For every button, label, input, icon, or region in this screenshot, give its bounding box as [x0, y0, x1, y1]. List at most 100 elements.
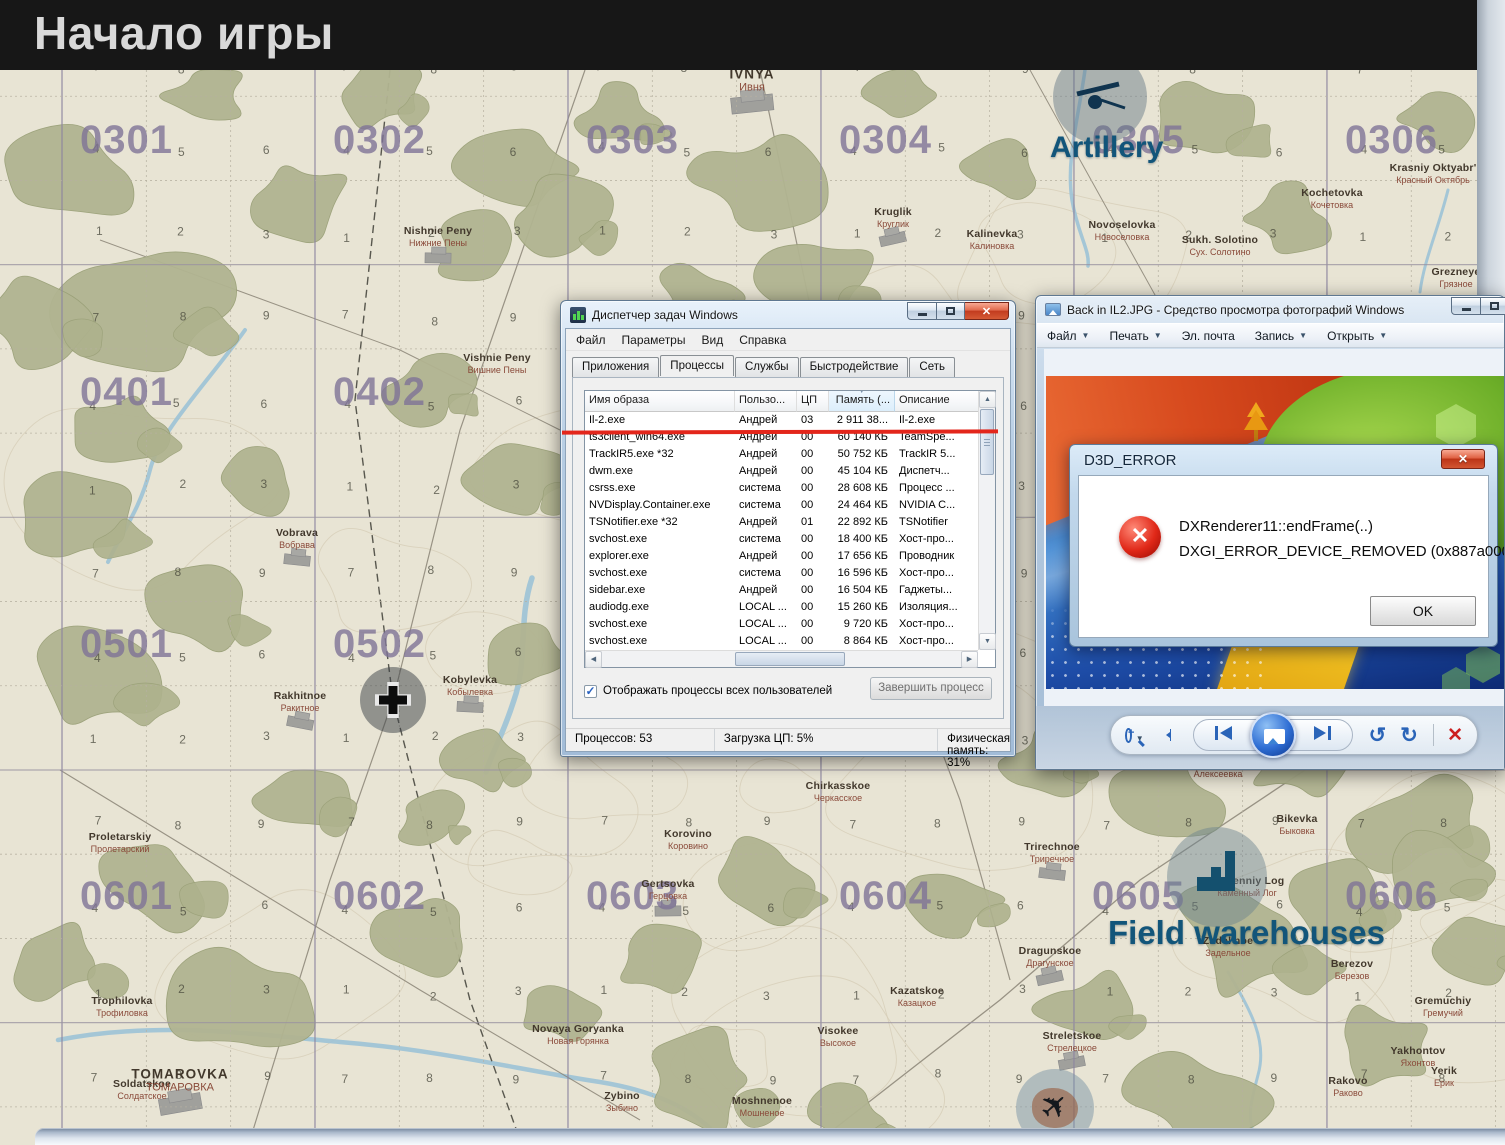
town-name-en: Visokee: [818, 1026, 859, 1038]
tab-item[interactable]: Сеть: [909, 357, 955, 377]
town-name-ru: Драгунское: [1019, 958, 1082, 968]
minimize-button[interactable]: [1451, 297, 1481, 315]
process-cell: Хост-про...: [895, 531, 980, 548]
svg-text:2: 2: [430, 989, 437, 1003]
town-name-ru: Высокое: [818, 1038, 859, 1048]
task-manager-client: ФайлПараметрыВидСправка ПриложенияПроцес…: [565, 328, 1011, 752]
column-header[interactable]: Имя образа: [585, 391, 735, 412]
town-name-en: Trirechnoe: [1024, 842, 1080, 854]
menu-item[interactable]: Печать▼: [1099, 326, 1171, 346]
scroll-left-button[interactable]: ◀: [585, 651, 602, 668]
town-name-ru: Быковка: [1276, 826, 1317, 836]
menu-item[interactable]: Запись▼: [1245, 326, 1317, 346]
background-window-top-edge[interactable]: [35, 1128, 1505, 1145]
menu-item[interactable]: Эл. почта: [1172, 326, 1245, 346]
toolbar-pill: ▼ ↺ ↻ ✕: [1110, 715, 1478, 755]
svg-text:2: 2: [684, 225, 691, 239]
svg-text:7: 7: [348, 815, 355, 829]
process-row[interactable]: TSNotifier.exe *32Андрей0122 892 КБTSNot…: [585, 514, 995, 531]
svg-text:7: 7: [852, 1073, 859, 1087]
process-row[interactable]: svchost.exeсистема0016 596 КБХост-про...: [585, 565, 995, 582]
vertical-scroll-thumb[interactable]: [980, 409, 994, 475]
process-row[interactable]: NVDisplay.Container.exeсистема0024 464 К…: [585, 497, 995, 514]
process-row[interactable]: svchost.exeLOCAL ...009 720 КБХост-про..…: [585, 616, 995, 633]
show-all-processes-checkbox[interactable]: ✓: [584, 685, 597, 698]
town-name-ru: Гремучий: [1415, 1008, 1472, 1018]
previous-button[interactable]: [1202, 726, 1246, 745]
error-dialog-title: D3D_ERROR: [1084, 452, 1177, 469]
close-button[interactable]: ✕: [965, 302, 1009, 320]
chevron-down-icon: ▼: [1379, 331, 1387, 340]
menu-item[interactable]: Параметры: [614, 331, 694, 349]
town-name-en: Kalinevka: [967, 229, 1018, 241]
scroll-down-button[interactable]: ▼: [979, 633, 996, 650]
process-row[interactable]: csrss.exeсистема0028 608 КБПроцесс ...: [585, 480, 995, 497]
svg-text:2: 2: [935, 226, 942, 240]
error-line-2: DXGI_ERROR_DEVICE_REMOVED (0x887a0005): [1179, 539, 1504, 564]
page-title: Начало игры: [34, 0, 334, 66]
tab-item[interactable]: Приложения: [572, 357, 659, 377]
menu-item[interactable]: Открыть▼: [1317, 326, 1397, 346]
column-header[interactable]: ЦП: [797, 391, 829, 412]
town-label: KochetovkaКочетовка: [1301, 188, 1363, 210]
tab-processes[interactable]: Процессы: [660, 355, 734, 376]
menu-item[interactable]: Файл: [568, 331, 614, 349]
process-row[interactable]: audiodg.exeLOCAL ...0015 260 КБИзоляция.…: [585, 599, 995, 616]
svg-text:9: 9: [258, 817, 265, 831]
process-row[interactable]: svchost.exeсистема0018 400 КБХост-про...: [585, 531, 995, 548]
svg-text:1: 1: [343, 983, 350, 997]
process-cell: svchost.exe: [585, 565, 735, 582]
town-name-en: Kazatskoe: [890, 986, 944, 998]
process-cell: Хост-про...: [895, 633, 980, 650]
process-cell: 15 260 КБ: [829, 599, 895, 616]
horizontal-scrollbar[interactable]: ◀ ▶: [585, 650, 978, 667]
grid-square-number: 0401: [80, 372, 173, 412]
town-name-ru: Ерик: [1431, 1078, 1457, 1088]
column-header[interactable]: Описание: [895, 391, 980, 412]
menu-item[interactable]: Вид: [693, 331, 731, 349]
task-manager-window[interactable]: Диспетчер задач Windows ✕ ФайлПараметрыВ…: [560, 300, 1016, 757]
maximize-button[interactable]: [1481, 297, 1505, 315]
svg-text:7: 7: [849, 817, 856, 831]
column-header[interactable]: ▼Память (...: [829, 391, 895, 412]
delete-icon[interactable]: ✕: [1447, 724, 1463, 747]
grid-square-number: 0601: [80, 876, 173, 916]
tab-item[interactable]: Службы: [735, 357, 799, 377]
scroll-up-button[interactable]: ▲: [979, 391, 996, 408]
process-cell: 16 504 КБ: [829, 582, 895, 599]
process-row[interactable]: Il-2.exeАндрей032 911 38...Il-2.exe: [585, 412, 995, 429]
next-button[interactable]: [1300, 726, 1344, 745]
scroll-right-button[interactable]: ▶: [961, 651, 978, 668]
svg-text:1: 1: [853, 988, 860, 1002]
process-row[interactable]: dwm.exeАндрей0045 104 КБДиспетч...: [585, 463, 995, 480]
rotate-clockwise-icon[interactable]: ↻: [1400, 725, 1418, 746]
menu-item[interactable]: Справка: [731, 331, 794, 349]
photo-viewer-window[interactable]: Back in IL2.JPG - Средство просмотра фот…: [1035, 295, 1505, 770]
ok-button[interactable]: OK: [1370, 596, 1476, 626]
process-row[interactable]: sidebar.exeАндрей0016 504 КБГаджеты...: [585, 582, 995, 599]
play-slideshow-button[interactable]: [1250, 712, 1296, 758]
horizontal-scroll-thumb[interactable]: [735, 652, 845, 666]
rakitnoye-marker-circle[interactable]: [360, 667, 426, 733]
photo-viewer-titlebar[interactable]: Back in IL2.JPG - Средство просмотра фот…: [1036, 296, 1504, 323]
menu-item[interactable]: Файл▼: [1037, 326, 1099, 346]
end-process-button[interactable]: Завершить процесс: [870, 677, 992, 700]
maximize-button[interactable]: [937, 302, 965, 320]
fit-to-window-icon[interactable]: [1166, 726, 1171, 744]
svg-text:6: 6: [1276, 145, 1283, 159]
column-header[interactable]: Пользо...: [735, 391, 797, 412]
error-dialog-close-button[interactable]: ✕: [1441, 449, 1485, 469]
warehouses-marker-circle[interactable]: [1167, 827, 1267, 927]
town-name-ru: Калиновка: [967, 241, 1018, 251]
rotate-counterclockwise-icon[interactable]: ↺: [1369, 725, 1387, 746]
process-row[interactable]: TrackIR5.exe *32Андрей0050 752 КБTrackIR…: [585, 446, 995, 463]
photo-viewer-icon: [1045, 303, 1061, 316]
process-row[interactable]: svchost.exeLOCAL ...008 864 КБХост-про..…: [585, 633, 995, 650]
process-row[interactable]: explorer.exeАндрей0017 656 КБПроводник: [585, 548, 995, 565]
process-cell: Il-2.exe: [895, 412, 980, 429]
minimize-button[interactable]: [907, 302, 937, 320]
background-window-edge: [1477, 0, 1505, 300]
town-name-en: Yakhontov: [1391, 1046, 1446, 1058]
tab-item[interactable]: Быстродействие: [800, 357, 909, 377]
zoom-icon[interactable]: [1125, 728, 1132, 743]
